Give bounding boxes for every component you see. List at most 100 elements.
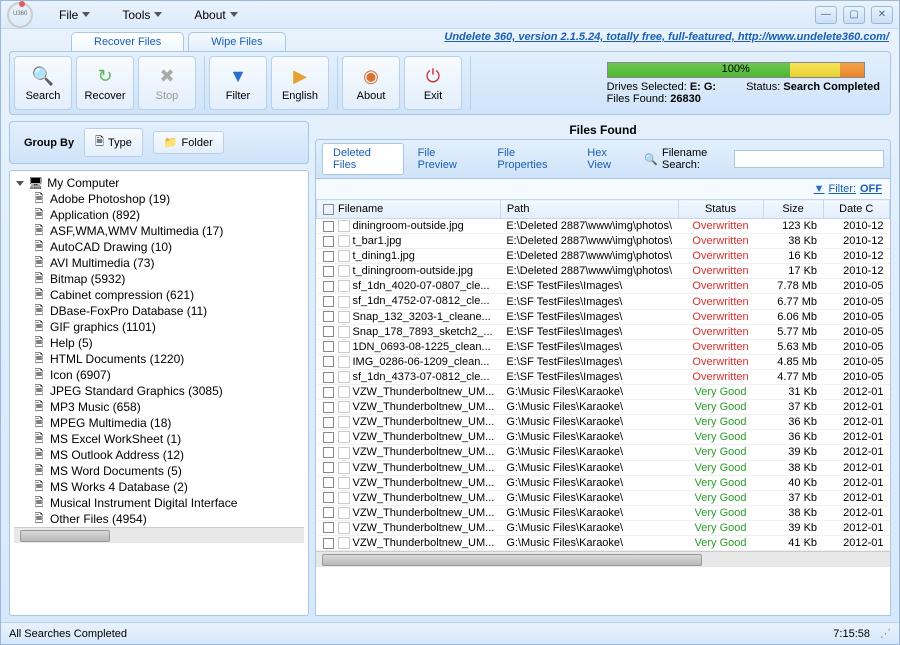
resize-grip-icon[interactable]: ⋰	[880, 627, 891, 640]
select-all-checkbox[interactable]	[323, 204, 334, 215]
table-row[interactable]: VZW_Thunderboltnew_UM...G:\Music Files\K…	[317, 430, 890, 445]
tree-item[interactable]: 🗎 Cabinet compression (621)	[14, 287, 304, 303]
table-row[interactable]: t_dining1.jpgE:\Deleted 2887\www\img\pho…	[317, 249, 890, 264]
row-checkbox[interactable]	[323, 341, 334, 352]
table-row[interactable]: VZW_Thunderboltnew_UM...G:\Music Files\K…	[317, 475, 890, 490]
filename-search-input[interactable]	[734, 150, 884, 168]
row-checkbox[interactable]	[323, 387, 334, 398]
maximize-button[interactable]: ▢	[843, 6, 865, 24]
menu-tools[interactable]: Tools	[106, 4, 178, 26]
table-row[interactable]: VZW_Thunderboltnew_UM...G:\Music Files\K…	[317, 415, 890, 430]
table-row[interactable]: 1DN_0693-08-1225_clean...E:\SF TestFiles…	[317, 339, 890, 354]
about-button[interactable]: ◉About	[342, 56, 400, 110]
table-row[interactable]: Snap_132_3203-1_cleane...E:\SF TestFiles…	[317, 309, 890, 324]
tree-item[interactable]: 🗎 ASF,WMA,WMV Multimedia (17)	[14, 223, 304, 239]
table-row[interactable]: sf_1dn_4373-07-0812_cle...E:\SF TestFile…	[317, 369, 890, 384]
row-checkbox[interactable]	[323, 221, 334, 232]
table-row[interactable]: VZW_Thunderboltnew_UM...G:\Music Files\K…	[317, 385, 890, 400]
tree-item[interactable]: 🗎 MS Excel WorkSheet (1)	[14, 431, 304, 447]
filter-button[interactable]: ▼Filter	[209, 56, 267, 110]
table-row[interactable]: diningroom-outside.jpgE:\Deleted 2887\ww…	[317, 219, 890, 234]
tree-item[interactable]: 🗎 JPEG Standard Graphics (3085)	[14, 383, 304, 399]
row-checkbox[interactable]	[323, 326, 334, 337]
row-checkbox[interactable]	[323, 372, 334, 383]
tree-item[interactable]: 🗎 DBase-FoxPro Database (11)	[14, 303, 304, 319]
row-checkbox[interactable]	[323, 281, 334, 292]
menu-file[interactable]: File	[43, 4, 106, 26]
language-button[interactable]: ▶English	[271, 56, 329, 110]
table-row[interactable]: IMG_0286-06-1209_clean...E:\SF TestFiles…	[317, 354, 890, 369]
row-checkbox[interactable]	[323, 311, 334, 322]
tree-item[interactable]: 🗎 HTML Documents (1220)	[14, 351, 304, 367]
row-checkbox[interactable]	[323, 492, 334, 503]
tree-item[interactable]: 🗎 MP3 Music (658)	[14, 399, 304, 415]
tree-item[interactable]: 🗎 Adobe Photoshop (19)	[14, 191, 304, 207]
tree-item[interactable]: 🗎 MS Word Documents (5)	[14, 463, 304, 479]
row-checkbox[interactable]	[323, 296, 334, 307]
col-filename[interactable]: Filename	[317, 200, 501, 219]
col-path[interactable]: Path	[500, 200, 678, 219]
table-row[interactable]: VZW_Thunderboltnew_UM...G:\Music Files\K…	[317, 460, 890, 475]
version-link[interactable]: Undelete 360, version 2.1.5.24, totally …	[444, 31, 889, 43]
table-row[interactable]: sf_1dn_4020-07-0807_cle...E:\SF TestFile…	[317, 279, 890, 294]
col-size[interactable]: Size	[763, 200, 823, 219]
tab-deleted-files[interactable]: Deleted Files	[322, 143, 404, 175]
row-checkbox[interactable]	[323, 522, 334, 533]
filter-toggle[interactable]: ▼Filter: OFF	[814, 183, 882, 195]
tab-hex-view[interactable]: Hex View	[577, 144, 640, 174]
tree-item[interactable]: 🗎 MS Outlook Address (12)	[14, 447, 304, 463]
minimize-button[interactable]: —	[815, 6, 837, 24]
tree-item[interactable]: 🗎 MPEG Multimedia (18)	[14, 415, 304, 431]
tab-recover-files[interactable]: Recover Files	[71, 32, 184, 51]
table-row[interactable]: t_diningroom-outside.jpgE:\Deleted 2887\…	[317, 264, 890, 279]
stop-button[interactable]: ✖Stop	[138, 56, 196, 110]
tree-hscrollbar[interactable]	[14, 527, 304, 543]
row-checkbox[interactable]	[323, 402, 334, 413]
tree-item[interactable]: 🗎 Bitmap (5932)	[14, 271, 304, 287]
tree-item[interactable]: 🗎 Other Files (4954)	[14, 511, 304, 527]
category-tree[interactable]: 🖥 My Computer 🗎 Adobe Photoshop (19)🗎 Ap…	[9, 170, 309, 616]
tab-wipe-files[interactable]: Wipe Files	[188, 32, 285, 51]
row-checkbox[interactable]	[323, 447, 334, 458]
row-checkbox[interactable]	[323, 507, 334, 518]
table-row[interactable]: Snap_178_7893_sketch2_...E:\SF TestFiles…	[317, 324, 890, 339]
menu-about[interactable]: About	[178, 4, 253, 26]
tree-item[interactable]: 🗎 AutoCAD Drawing (10)	[14, 239, 304, 255]
row-checkbox[interactable]	[323, 477, 334, 488]
groupby-type-button[interactable]: 🗎Type	[84, 128, 143, 157]
table-row[interactable]: VZW_Thunderboltnew_UM...G:\Music Files\K…	[317, 400, 890, 415]
row-checkbox[interactable]	[323, 251, 334, 262]
row-checkbox[interactable]	[323, 236, 334, 247]
recover-button[interactable]: ↻Recover	[76, 56, 134, 110]
table-row[interactable]: t_bar1.jpgE:\Deleted 2887\www\img\photos…	[317, 234, 890, 249]
col-date[interactable]: Date C	[823, 200, 889, 219]
row-checkbox[interactable]	[323, 417, 334, 428]
table-row[interactable]: VZW_Thunderboltnew_UM...G:\Music Files\K…	[317, 535, 890, 550]
tree-item[interactable]: 🗎 Help (5)	[14, 335, 304, 351]
col-status[interactable]: Status	[678, 200, 763, 219]
tree-item[interactable]: 🗎 Icon (6907)	[14, 367, 304, 383]
row-checkbox[interactable]	[323, 356, 334, 367]
tree-item[interactable]: 🗎 MS Works 4 Database (2)	[14, 479, 304, 495]
table-hscrollbar[interactable]	[316, 551, 890, 567]
row-checkbox[interactable]	[323, 462, 334, 473]
row-checkbox[interactable]	[323, 266, 334, 277]
close-button[interactable]: ✕	[871, 6, 893, 24]
tab-file-preview[interactable]: File Preview	[408, 144, 484, 174]
table-row[interactable]: sf_1dn_4752-07-0812_cle...E:\SF TestFile…	[317, 294, 890, 309]
tree-item[interactable]: 🗎 Musical Instrument Digital Interface	[14, 495, 304, 511]
table-row[interactable]: VZW_Thunderboltnew_UM...G:\Music Files\K…	[317, 445, 890, 460]
tab-file-properties[interactable]: File Properties	[487, 144, 573, 174]
groupby-folder-button[interactable]: 📁Folder	[153, 131, 224, 154]
tree-item[interactable]: 🗎 GIF graphics (1101)	[14, 319, 304, 335]
row-checkbox[interactable]	[323, 538, 334, 549]
tree-root[interactable]: 🖥 My Computer	[14, 175, 304, 191]
tree-item[interactable]: 🗎 AVI Multimedia (73)	[14, 255, 304, 271]
exit-button[interactable]: ⏻Exit	[404, 56, 462, 110]
row-checkbox[interactable]	[323, 432, 334, 443]
table-row[interactable]: VZW_Thunderboltnew_UM...G:\Music Files\K…	[317, 490, 890, 505]
table-row[interactable]: VZW_Thunderboltnew_UM...G:\Music Files\K…	[317, 520, 890, 535]
table-row[interactable]: VZW_Thunderboltnew_UM...G:\Music Files\K…	[317, 505, 890, 520]
tree-item[interactable]: 🗎 Application (892)	[14, 207, 304, 223]
search-button[interactable]: 🔍Search	[14, 56, 72, 110]
